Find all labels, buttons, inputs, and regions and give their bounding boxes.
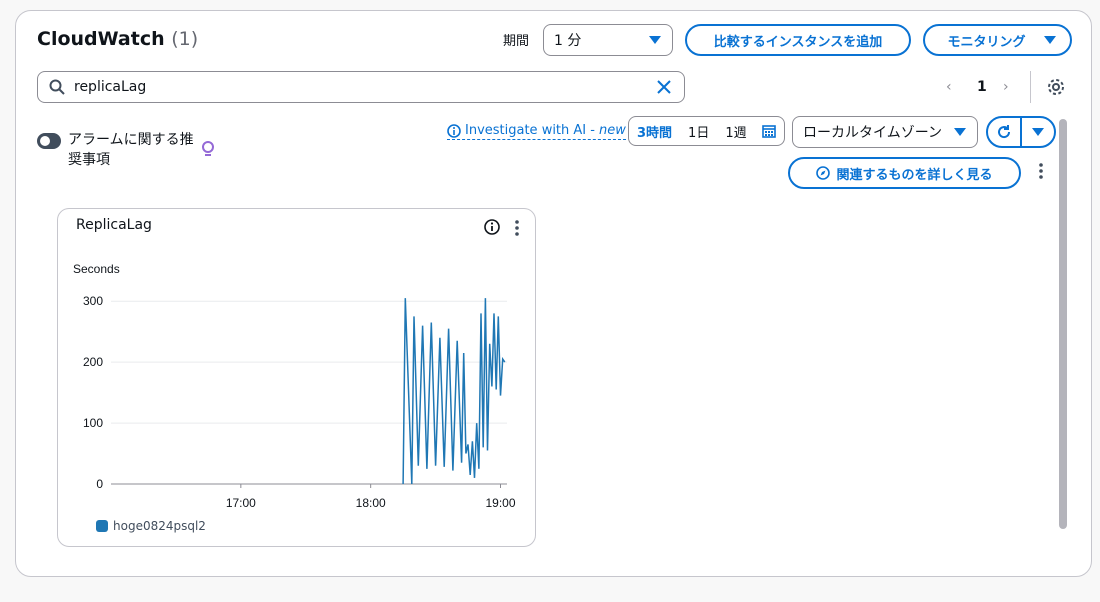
panel-title: CloudWatch (1) xyxy=(37,28,198,50)
divider xyxy=(1030,71,1031,103)
timezone-select[interactable]: ローカルタイムゾーン xyxy=(792,116,978,148)
clear-icon[interactable] xyxy=(655,78,673,96)
x-tick-label: 17:00 xyxy=(226,496,256,510)
vertical-scrollbar[interactable] xyxy=(1059,119,1067,529)
legend-swatch xyxy=(96,520,108,532)
ai-link-new: new xyxy=(598,123,626,138)
time-range-1d[interactable]: 1日 xyxy=(680,122,717,141)
investigate-ai-link[interactable]: Investigate with AI - new xyxy=(447,123,626,140)
time-range-3h[interactable]: 3時間 xyxy=(629,122,680,141)
x-tick-label: 18:00 xyxy=(356,496,386,510)
y-tick-label: 200 xyxy=(83,355,103,369)
page-number[interactable]: 1 xyxy=(977,79,987,95)
period-value: 1 分 xyxy=(554,33,582,49)
chart-legend[interactable]: hoge0824psql2 xyxy=(96,519,206,533)
title-text: CloudWatch xyxy=(37,28,165,50)
x-tick-label: 19:00 xyxy=(485,496,515,510)
explore-related-button[interactable]: 関連するものを詳しく見る xyxy=(788,157,1021,189)
calendar-icon[interactable] xyxy=(762,124,776,138)
y-tick-label: 0 xyxy=(96,477,103,491)
search-input[interactable]: replicaLag xyxy=(37,71,685,103)
y-tick-label: 100 xyxy=(83,416,103,430)
time-range-selector[interactable]: 3時間 1日 1週 xyxy=(628,116,785,146)
recommendation-label: アラームに関する推奨事項 xyxy=(68,132,194,168)
time-range-1w[interactable]: 1週 xyxy=(717,122,754,141)
info-icon[interactable] xyxy=(484,219,500,235)
search-icon xyxy=(49,79,65,95)
refresh-icon xyxy=(998,125,1011,139)
chart-grid xyxy=(111,300,507,485)
chart-series xyxy=(402,298,506,485)
lightbulb-icon xyxy=(202,141,214,156)
x-tick-labels: 17:00 18:00 19:00 xyxy=(226,484,516,510)
monitoring-label: モニタリング xyxy=(947,34,1026,50)
refresh-options-button[interactable] xyxy=(1022,118,1054,146)
next-page-icon[interactable]: › xyxy=(1003,79,1009,95)
compass-icon xyxy=(816,166,831,180)
previous-page-icon[interactable]: ‹ xyxy=(946,79,952,95)
widget-more-options-icon[interactable] xyxy=(514,219,520,237)
timezone-value: ローカルタイムゾーン xyxy=(803,125,943,141)
gear-icon[interactable] xyxy=(1047,78,1065,96)
more-options-icon[interactable] xyxy=(1038,162,1044,180)
y-axis-unit-label: Seconds xyxy=(73,262,120,276)
recommendation-toggle[interactable] xyxy=(37,133,61,149)
caret-down-icon xyxy=(954,128,966,136)
related-button-label: 関連するものを詳しく見る xyxy=(836,167,993,183)
info-icon xyxy=(447,123,461,138)
add-compare-instance-button[interactable]: 比較するインスタンスを追加 xyxy=(685,24,911,56)
caret-down-icon xyxy=(649,36,661,44)
title-count: (1) xyxy=(171,28,199,50)
legend-label: hoge0824psql2 xyxy=(113,519,206,533)
y-tick-label: 300 xyxy=(83,294,103,308)
refresh-button-group[interactable] xyxy=(986,116,1056,148)
metric-widget: ReplicaLag Seconds 0 100 200 300 17:00 18:00… xyxy=(57,208,536,547)
y-tick-labels: 0 100 200 300 xyxy=(83,294,103,491)
caret-down-icon xyxy=(1044,36,1056,44)
caret-down-icon xyxy=(1032,128,1044,136)
widget-title: ReplicaLag xyxy=(76,217,152,233)
series-line-hoge0824psql2[interactable] xyxy=(402,298,506,485)
cloudwatch-panel: CloudWatch (1) 期間 1 分 比較するインスタンスを追加 モニタリ… xyxy=(15,10,1092,577)
monitoring-dropdown-button[interactable]: モニタリング xyxy=(923,24,1072,56)
refresh-button[interactable] xyxy=(988,118,1022,146)
period-label: 期間 xyxy=(503,34,530,49)
replica-lag-chart[interactable]: Seconds 0 100 200 300 17:00 18:00 19:00 xyxy=(58,249,537,519)
search-value: replicaLag xyxy=(74,79,147,95)
ai-link-label: Investigate with AI - xyxy=(465,123,595,138)
period-select[interactable]: 1 分 xyxy=(543,24,673,56)
scrollbar-track xyxy=(1057,529,1069,549)
